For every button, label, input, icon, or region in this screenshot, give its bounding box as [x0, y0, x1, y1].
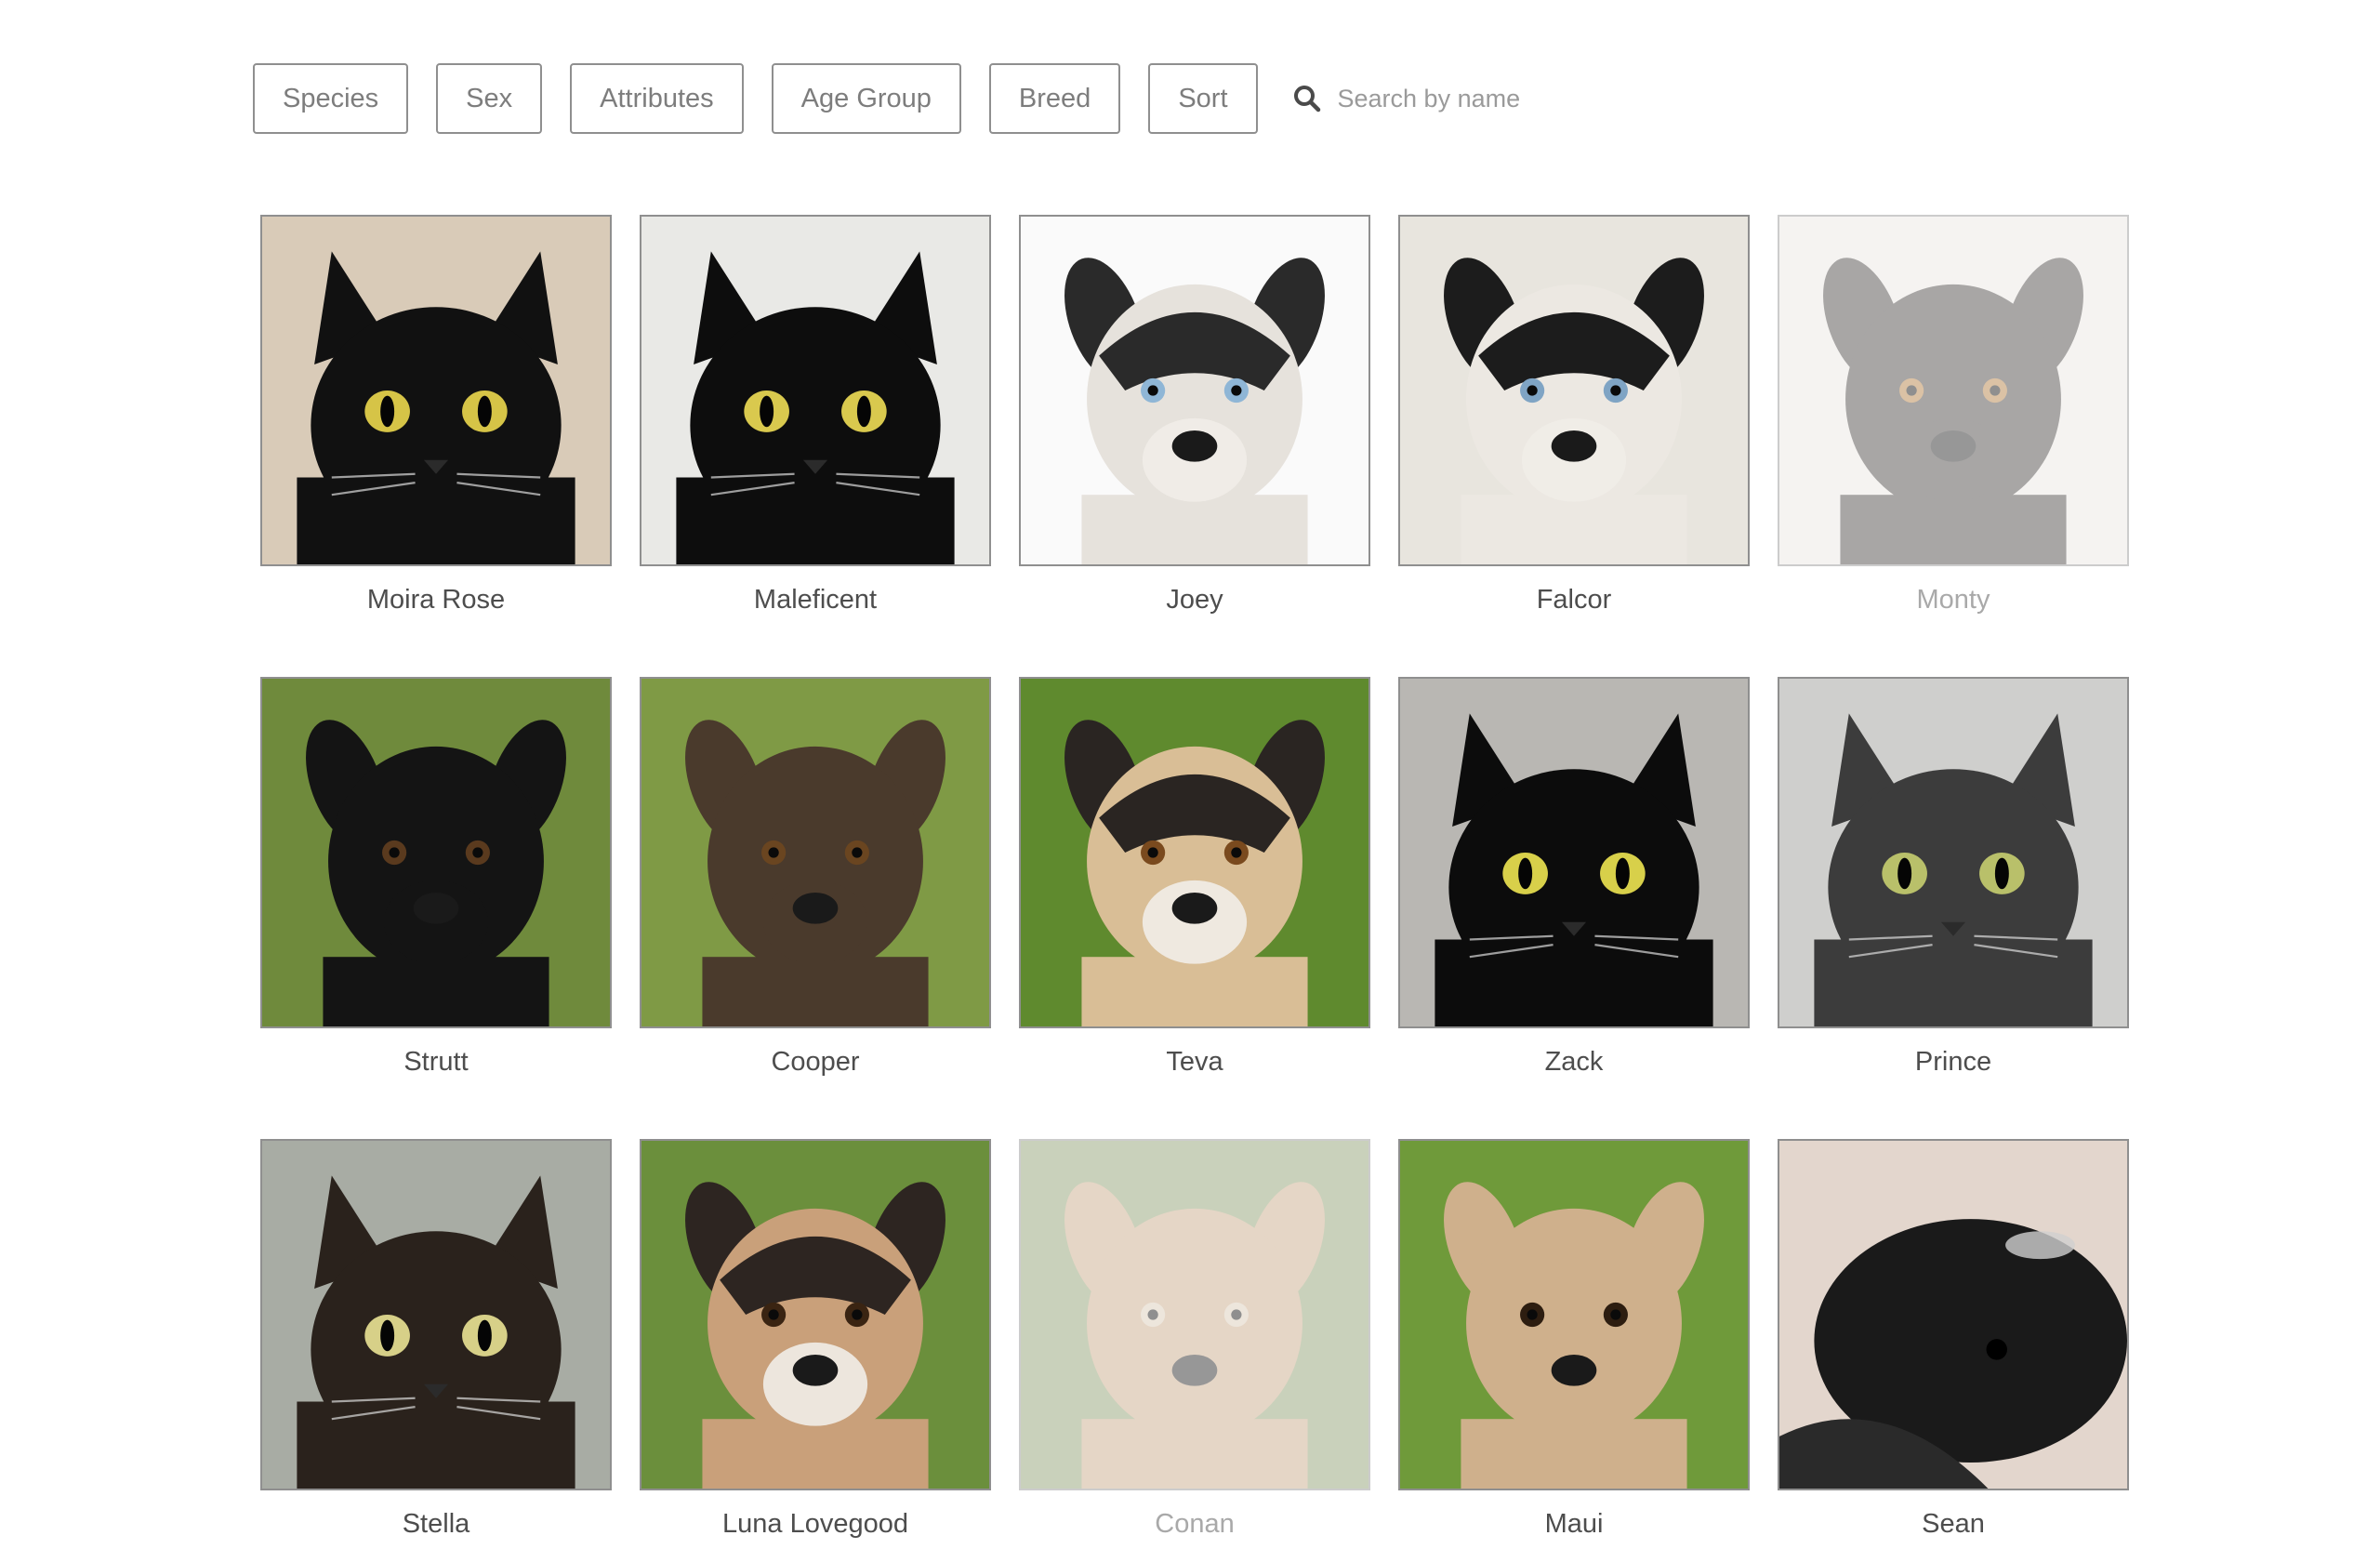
pet-card[interactable]: Stella	[260, 1139, 612, 1541]
pet-photo[interactable]	[640, 215, 991, 566]
pet-card[interactable]: Maleficent	[640, 215, 991, 616]
pet-card[interactable]: Strutt	[260, 677, 612, 1079]
sex-filter-button[interactable]: Sex	[436, 63, 543, 134]
pet-card[interactable]: Cooper	[640, 677, 991, 1079]
pet-name[interactable]: Stella	[260, 1507, 612, 1541]
pet-photo[interactable]	[1778, 215, 2129, 566]
pet-photo[interactable]	[1019, 677, 1370, 1028]
pet-name[interactable]: Strutt	[260, 1045, 612, 1079]
pet-card[interactable]: Sean	[1778, 1139, 2129, 1541]
pet-card[interactable]: Moira Rose	[260, 215, 612, 616]
pet-name[interactable]: Teva	[1019, 1045, 1370, 1079]
pet-name[interactable]: Prince	[1778, 1045, 2129, 1079]
pet-card[interactable]: Conan	[1019, 1139, 1370, 1541]
pet-card[interactable]: Monty	[1778, 215, 2129, 616]
pet-card[interactable]: Maui	[1398, 1139, 1750, 1541]
dog-photo-image	[1021, 217, 1368, 564]
filter-bar: Species Sex Attributes Age Group Breed S…	[253, 63, 1730, 134]
dog-photo-image	[641, 679, 989, 1026]
pet-photo[interactable]	[260, 1139, 612, 1490]
dog-photo-image	[1400, 217, 1748, 564]
cat-photo-image	[641, 217, 989, 564]
pet-card[interactable]: Prince	[1778, 677, 2129, 1079]
pet-card[interactable]: Teva	[1019, 677, 1370, 1079]
pet-card[interactable]: Luna Lovegood	[640, 1139, 991, 1541]
pet-name[interactable]: Monty	[1778, 583, 2129, 616]
pet-name[interactable]: Conan	[1019, 1507, 1370, 1541]
dog-photo-image	[641, 1141, 989, 1489]
dog-photo-image	[1021, 679, 1368, 1026]
pet-card[interactable]: Falcor	[1398, 215, 1750, 616]
species-filter-button[interactable]: Species	[253, 63, 409, 134]
pet-card[interactable]: Joey	[1019, 215, 1370, 616]
dog-photo-image	[262, 679, 610, 1026]
pet-grid: Moira Rose Maleficent Joey Falcor Monty Strut…	[260, 215, 2129, 1541]
pet-card[interactable]: Zack	[1398, 677, 1750, 1079]
dog-photo-image	[1021, 1141, 1368, 1489]
pet-photo[interactable]	[1778, 1139, 2129, 1490]
attributes-filter-button[interactable]: Attributes	[570, 63, 744, 134]
pet-photo[interactable]	[260, 215, 612, 566]
sort-button[interactable]: Sort	[1148, 63, 1258, 134]
guinea-photo-image	[1779, 1141, 2127, 1489]
pet-name[interactable]: Joey	[1019, 583, 1370, 616]
pet-name[interactable]: Maui	[1398, 1507, 1750, 1541]
pet-name[interactable]: Falcor	[1398, 583, 1750, 616]
pet-photo[interactable]	[1778, 677, 2129, 1028]
dog-photo-image	[1400, 1141, 1748, 1489]
search-input[interactable]	[1335, 83, 1730, 114]
pet-photo[interactable]	[1398, 1139, 1750, 1490]
pet-photo[interactable]	[260, 677, 612, 1028]
pet-photo[interactable]	[640, 1139, 991, 1490]
pet-photo[interactable]	[640, 677, 991, 1028]
pet-name[interactable]: Sean	[1778, 1507, 2129, 1541]
pet-name[interactable]: Maleficent	[640, 583, 991, 616]
age-group-filter-button[interactable]: Age Group	[771, 63, 961, 134]
breed-filter-button[interactable]: Breed	[988, 63, 1121, 134]
cat-photo-image	[262, 217, 610, 564]
search-box	[1291, 83, 1730, 114]
pet-name[interactable]: Moira Rose	[260, 583, 612, 616]
pet-photo[interactable]	[1019, 215, 1370, 566]
cat-photo-image	[1779, 679, 2127, 1026]
pet-photo[interactable]	[1398, 677, 1750, 1028]
pet-name[interactable]: Luna Lovegood	[640, 1507, 991, 1541]
search-icon[interactable]	[1291, 83, 1323, 114]
dog-photo-image	[1779, 217, 2127, 564]
cat-photo-image	[1400, 679, 1748, 1026]
pet-photo[interactable]	[1398, 215, 1750, 566]
pet-name[interactable]: Zack	[1398, 1045, 1750, 1079]
pet-name[interactable]: Cooper	[640, 1045, 991, 1079]
pet-photo[interactable]	[1019, 1139, 1370, 1490]
cat-photo-image	[262, 1141, 610, 1489]
